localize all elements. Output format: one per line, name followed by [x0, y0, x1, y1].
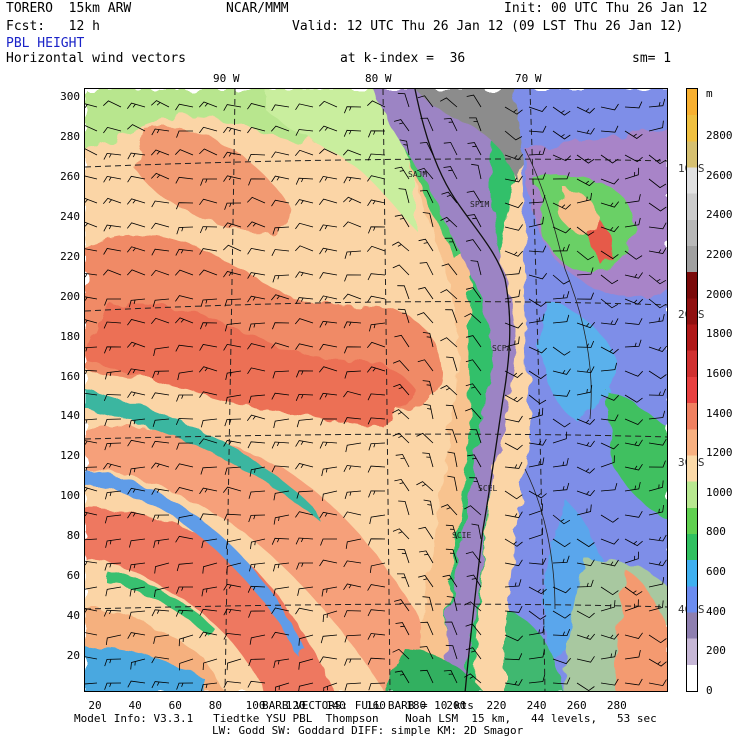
y-tick: 260: [60, 169, 80, 183]
x-tick: 260: [566, 699, 587, 712]
x-tick: 240: [526, 699, 547, 712]
city-label-spim: SPIM: [470, 200, 490, 209]
vector-description: Horizontal wind vectors: [6, 51, 187, 66]
colorbar-label: 2600: [706, 168, 733, 182]
x-tick: 220: [486, 699, 507, 712]
city-label-sajm: SAJM: [408, 170, 428, 179]
y-tick: 120: [60, 449, 80, 463]
y-tick: 140: [60, 409, 80, 423]
map-canvas: [85, 89, 667, 691]
colorbar-label: 2200: [706, 247, 733, 261]
colorbar-label: 0: [706, 684, 713, 697]
colorbar-label: 200: [706, 644, 726, 658]
colorbar-label: 1400: [706, 406, 733, 420]
x-tick: 60: [168, 699, 182, 712]
lon-label-70w: 70 W: [515, 72, 542, 85]
init-time: Init: 00 UTC Thu 26 Jan 12: [504, 1, 708, 16]
barb-legend-note: BARB VECTORS: FULL BARB = 10 kts: [262, 699, 474, 712]
colorbar-label: 600: [706, 565, 726, 579]
y-tick: 200: [60, 289, 80, 303]
y-tick: 280: [60, 129, 80, 143]
lon-label-80w: 80 W: [365, 72, 392, 85]
y-tick: 160: [60, 369, 80, 383]
colorbar-label: 1800: [706, 327, 733, 341]
y-tick: 100: [60, 489, 80, 503]
y-tick: 240: [60, 209, 80, 223]
colorbar-label: 800: [706, 525, 726, 539]
colorbar: [686, 88, 698, 692]
city-label-scel: SCEL: [478, 484, 498, 493]
y-tick: 180: [60, 329, 80, 343]
y-tick: 300: [60, 90, 80, 103]
model-physics: LW: Godd SW: Goddard DIFF: simple KM: 2D…: [212, 724, 524, 737]
city-label-scie: SCIE: [452, 531, 472, 540]
model-title: TORERO 15km ARW: [6, 1, 132, 16]
smoothing: sm= 1: [632, 51, 672, 66]
lon-label-90w: 90 W: [213, 72, 240, 85]
colorbar-label: 2800: [706, 129, 733, 142]
city-label-scfa: SCFA: [492, 344, 512, 353]
y-tick: 20: [66, 649, 80, 662]
colorbar-label: 1000: [706, 485, 733, 499]
k-index: at k-index = 36: [340, 51, 466, 66]
x-tick: 40: [128, 699, 142, 712]
colorbar-label: 1200: [706, 446, 733, 460]
forecast-hour: Fcst: 12 h: [6, 19, 100, 34]
x-tick: 80: [208, 699, 223, 712]
pbl-height-map: [84, 88, 668, 692]
x-tick: 20: [88, 699, 102, 712]
y-tick: 40: [66, 609, 80, 623]
y-tick: 80: [66, 529, 80, 543]
x-tick: 280: [606, 699, 627, 712]
org-label: NCAR/MMM: [226, 1, 289, 16]
y-tick: 220: [60, 249, 80, 263]
valid-time: Valid: 12 UTC Thu 26 Jan 12 (09 LST Thu …: [292, 19, 684, 34]
colorbar-label: 2000: [706, 287, 733, 301]
field-name: PBL HEIGHT: [6, 36, 85, 51]
colorbar-label: 2400: [706, 208, 733, 222]
colorbar-unit: m: [706, 87, 713, 100]
colorbar-label: 400: [706, 604, 726, 618]
colorbar-label: 1600: [706, 366, 733, 380]
pbl-fill-layer: [85, 89, 667, 691]
y-tick: 60: [66, 569, 80, 583]
